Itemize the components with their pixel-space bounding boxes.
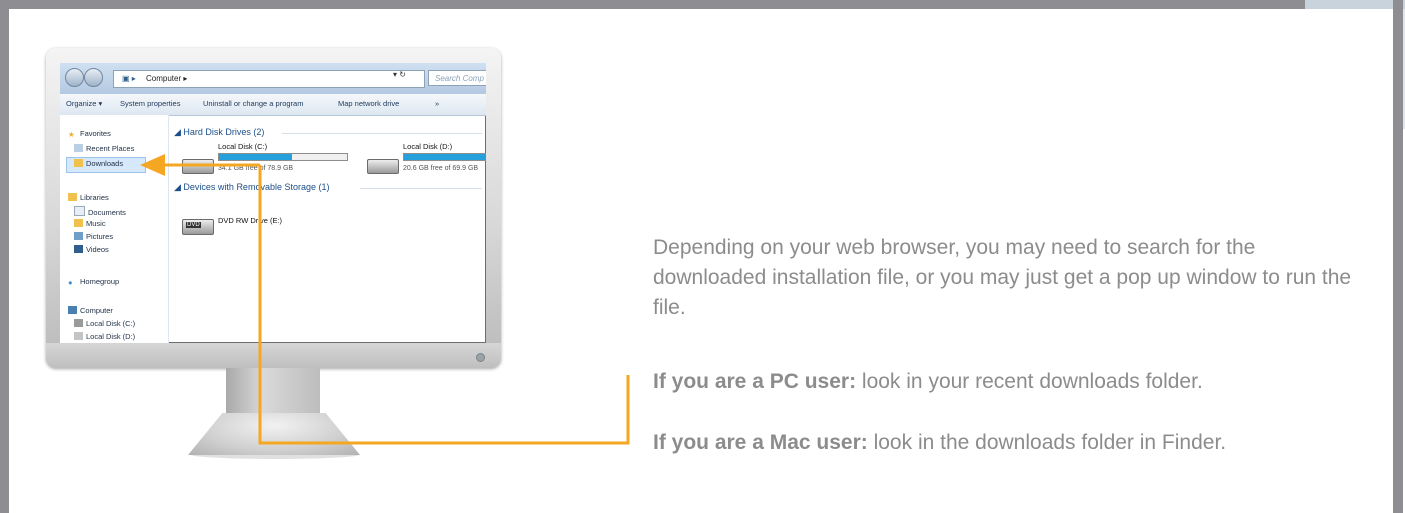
page-frame-right bbox=[1393, 0, 1403, 513]
sidebar-label: Downloads bbox=[86, 159, 124, 168]
sidebar-item-downloads[interactable]: Downloads bbox=[74, 159, 123, 168]
sidebar-label: Pictures bbox=[86, 232, 114, 241]
pc-instruction: If you are a PC user: look in your recen… bbox=[653, 367, 1373, 397]
drive-c-free-space: 34.1 GB free of 78.9 GB bbox=[218, 165, 294, 172]
drive-d-usage-fill bbox=[404, 154, 486, 160]
dvd-drive-icon[interactable]: DVD bbox=[182, 219, 214, 235]
mac-label: If you are a Mac user: bbox=[653, 431, 868, 454]
page-frame-left bbox=[0, 0, 9, 513]
explorer-window: ▣ ▸ Computer ▸ ▾ ↻ Search Comp Organize … bbox=[60, 63, 486, 343]
disk-icon bbox=[74, 332, 83, 340]
pictures-icon bbox=[74, 232, 83, 240]
forward-icon[interactable] bbox=[84, 68, 103, 87]
sidebar-item-documents[interactable]: Documents bbox=[74, 206, 126, 217]
group-divider bbox=[282, 133, 482, 134]
drive-d-free-space: 20.6 GB free of 69.9 GB bbox=[403, 165, 479, 172]
address-text: Computer ▸ bbox=[146, 74, 188, 83]
downloads-folder-icon bbox=[74, 159, 83, 167]
sidebar-label: Music bbox=[86, 219, 106, 228]
monitor-chin bbox=[46, 343, 501, 368]
pc-label: If you are a PC user: bbox=[653, 370, 857, 393]
sidebar-item-local-disk-c[interactable]: Local Disk (C:) bbox=[74, 319, 135, 328]
monitor-neck bbox=[226, 368, 320, 414]
libraries-icon bbox=[68, 193, 77, 201]
dvd-badge: DVD bbox=[186, 222, 201, 228]
drive-c-usage-bar bbox=[218, 153, 348, 161]
videos-icon bbox=[74, 245, 83, 253]
map-network-drive-button[interactable]: Map network drive bbox=[338, 99, 399, 108]
sidebar-label: Local Disk (C:) bbox=[86, 319, 136, 328]
sidebar-label: Videos bbox=[86, 245, 109, 254]
search-input[interactable]: Search Comp bbox=[428, 70, 486, 86]
explorer-toolbar: Organize ▾ System properties Uninstall o… bbox=[60, 94, 486, 116]
drive-c-name[interactable]: Local Disk (C:) bbox=[218, 142, 267, 151]
explorer-content: ◢ Hard Disk Drives (2) Local Disk (C:) 3… bbox=[170, 115, 486, 343]
sidebar-label: Documents bbox=[88, 208, 126, 217]
dvd-drive-name[interactable]: DVD RW Drive (E:) bbox=[218, 216, 282, 225]
music-icon bbox=[74, 219, 83, 227]
removable-storage-group-header[interactable]: ◢ Devices with Removable Storage (1) bbox=[174, 182, 329, 193]
sidebar-item-libraries[interactable]: Libraries bbox=[68, 193, 109, 202]
uninstall-program-button[interactable]: Uninstall or change a program bbox=[203, 99, 303, 108]
back-icon[interactable] bbox=[65, 68, 84, 87]
sidebar-item-recent-places[interactable]: Recent Places bbox=[74, 144, 134, 153]
drive-d-name[interactable]: Local Disk (D:) bbox=[403, 142, 452, 151]
power-icon bbox=[476, 353, 485, 362]
hard-disk-c-icon[interactable] bbox=[182, 159, 214, 174]
drive-d-usage-bar bbox=[403, 153, 486, 161]
sidebar-label: Libraries bbox=[80, 193, 109, 202]
page-frame-corner bbox=[1305, 0, 1405, 9]
sidebar-label: Favorites bbox=[80, 129, 111, 138]
sidebar-item-favorites[interactable]: ★ Favorites bbox=[68, 129, 111, 139]
sidebar-item-videos[interactable]: Videos bbox=[74, 245, 109, 254]
navigation-pane: ★ Favorites Recent Places Downloads Libra… bbox=[60, 115, 169, 343]
sidebar-label: Homegroup bbox=[80, 277, 120, 286]
sidebar-item-pictures[interactable]: Pictures bbox=[74, 232, 113, 241]
homegroup-icon: ● bbox=[68, 278, 73, 287]
intro-paragraph: Depending on your web browser, you may n… bbox=[653, 236, 1352, 319]
hard-disk-d-icon[interactable] bbox=[367, 159, 399, 174]
sidebar-item-local-disk-d[interactable]: Local Disk (D:) bbox=[74, 332, 135, 341]
page-frame-top bbox=[0, 0, 1405, 9]
address-dropdown-icon[interactable]: ▾ ↻ bbox=[393, 70, 406, 79]
documents-icon bbox=[74, 206, 85, 216]
recent-places-icon bbox=[74, 144, 83, 152]
sidebar-item-computer[interactable]: Computer bbox=[68, 306, 113, 315]
sidebar-item-homegroup[interactable]: ● Homegroup bbox=[68, 277, 120, 287]
monitor-base bbox=[188, 413, 360, 455]
mac-instruction: If you are a Mac user: look in the downl… bbox=[653, 428, 1313, 458]
explorer-titlebar: ▣ ▸ Computer ▸ ▾ ↻ Search Comp bbox=[60, 63, 486, 94]
sidebar-label: Local Disk (D:) bbox=[86, 332, 136, 341]
hard-disk-group-header[interactable]: ◢ Hard Disk Drives (2) bbox=[174, 127, 264, 138]
address-bar[interactable]: ▣ ▸ Computer ▸ bbox=[113, 70, 425, 88]
computer-icon: ▣ ▸ bbox=[122, 74, 136, 83]
sidebar-item-music[interactable]: Music bbox=[74, 219, 106, 228]
sidebar-label: Computer bbox=[80, 306, 113, 315]
pc-text: look in your recent downloads folder. bbox=[856, 370, 1203, 393]
drive-c-usage-fill bbox=[219, 154, 292, 160]
more-toolbar-button[interactable]: » bbox=[435, 99, 439, 108]
star-icon: ★ bbox=[68, 130, 75, 139]
sidebar-label: Recent Places bbox=[86, 144, 135, 153]
computer-icon bbox=[68, 306, 77, 314]
organize-button[interactable]: Organize ▾ bbox=[66, 99, 102, 108]
disk-icon bbox=[74, 319, 83, 327]
system-properties-button[interactable]: System properties bbox=[120, 99, 180, 108]
mac-text: look in the downloads folder in Finder. bbox=[867, 431, 1227, 454]
group-divider bbox=[360, 188, 482, 189]
